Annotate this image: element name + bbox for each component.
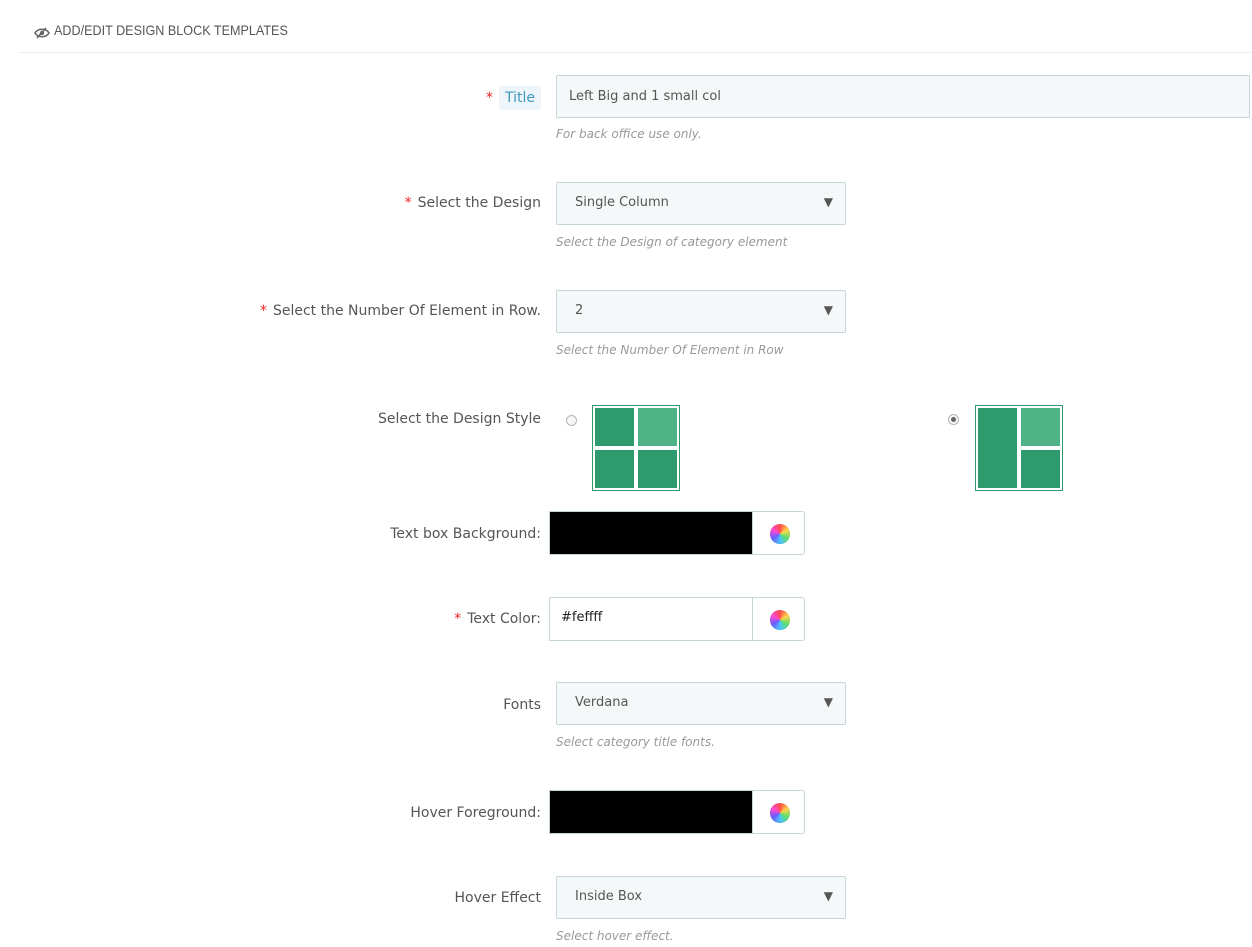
textbox-background-field[interactable] (549, 511, 752, 555)
required-marker: * (485, 90, 493, 106)
required-marker: * (404, 195, 412, 211)
design-label-text: Select the Design (417, 195, 541, 211)
hover-foreground-label: Hover Foreground: (410, 805, 541, 821)
fonts-select[interactable]: Verdana ▼ (556, 682, 846, 725)
elements-per-row-label-text: Select the Number Of Element in Row. (272, 303, 541, 319)
elements-per-row-help: Select the Number Of Element in Row (556, 343, 784, 357)
layout-four-grid-icon[interactable] (592, 405, 680, 495)
title-label: * Title (486, 86, 541, 110)
color-picker-button[interactable] (752, 511, 805, 555)
text-color-label: * Text Color: (454, 611, 541, 627)
hover-effect-select[interactable]: Inside Box ▼ (556, 876, 846, 919)
title-input[interactable] (556, 75, 1250, 118)
required-marker: * (454, 611, 462, 627)
caret-down-icon: ▼ (823, 889, 833, 903)
caret-down-icon: ▼ (823, 695, 833, 709)
color-wheel-icon (770, 610, 790, 630)
elements-per-row-select[interactable]: 2 ▼ (556, 290, 846, 333)
title-label-text: Title (498, 86, 541, 110)
design-style-radio-four-grid[interactable] (566, 415, 577, 426)
fonts-select-value: Verdana (575, 695, 629, 710)
design-select-value: Single Column (575, 195, 669, 210)
caret-down-icon: ▼ (823, 303, 833, 317)
fonts-help: Select category title fonts. (556, 735, 715, 749)
title-help: For back office use only. (556, 127, 702, 141)
layout-left-big-icon[interactable] (975, 405, 1063, 495)
panel-title: ADD/EDIT DESIGN BLOCK TEMPLATES (54, 22, 288, 38)
color-wheel-icon (770, 803, 790, 823)
required-marker: * (259, 303, 267, 319)
design-help: Select the Design of category element (556, 235, 788, 249)
design-select[interactable]: Single Column ▼ (556, 182, 846, 225)
design-style-radio-left-big[interactable] (948, 414, 959, 425)
panel-heading: ADD/EDIT DESIGN BLOCK TEMPLATES (18, 0, 1252, 53)
hover-effect-value: Inside Box (575, 889, 643, 904)
design-style-label: Select the Design Style (377, 411, 541, 427)
text-color-label-text: Text Color: (467, 611, 541, 627)
fonts-label: Fonts (503, 697, 541, 713)
text-color-field[interactable]: #feffff (549, 597, 752, 641)
caret-down-icon: ▼ (823, 195, 833, 209)
textbox-background-picker (549, 511, 805, 555)
color-picker-button[interactable] (752, 597, 805, 641)
elements-per-row-value: 2 (575, 303, 584, 318)
hover-foreground-picker (549, 790, 805, 834)
textbox-background-label: Text box Background: (390, 526, 541, 542)
hover-foreground-field[interactable] (549, 790, 752, 834)
hover-effect-help: Select hover effect. (556, 929, 674, 943)
color-picker-button[interactable] (752, 790, 805, 834)
elements-per-row-label: * Select the Number Of Element in Row. (260, 303, 541, 319)
text-color-picker: #feffff (549, 597, 805, 641)
hover-effect-label: Hover Effect (454, 890, 542, 906)
color-wheel-icon (770, 524, 790, 544)
eye-slash-icon (34, 24, 50, 43)
design-label: * Select the Design (405, 195, 541, 211)
